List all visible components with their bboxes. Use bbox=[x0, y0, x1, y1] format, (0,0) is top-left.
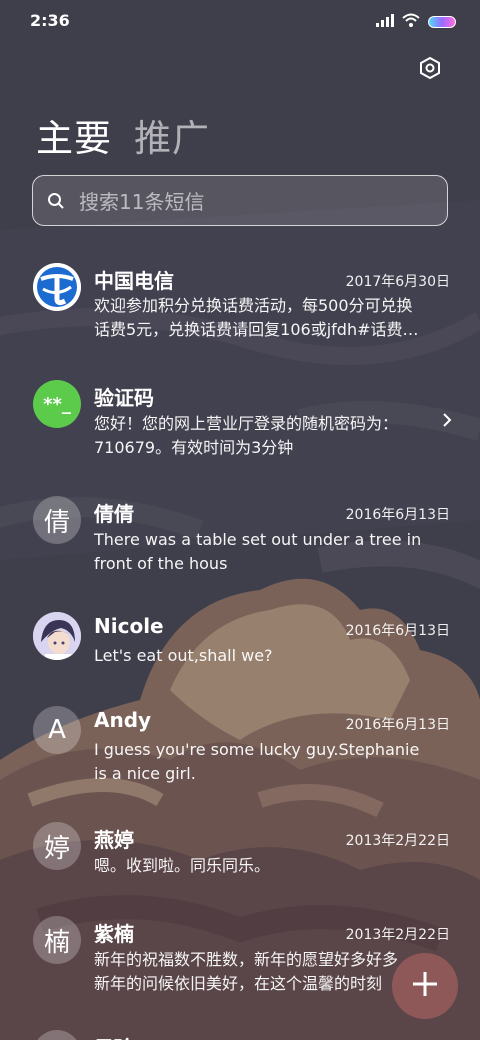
contact-avatar: 倩 bbox=[33, 496, 81, 544]
sender-name: Nicole bbox=[94, 614, 164, 638]
message-date: 2016年6月13日 bbox=[345, 623, 450, 639]
message-preview: 欢迎参加积分兑换话费活动，每500分可兑换 话费5元，兑换话费请回复106或jf… bbox=[94, 296, 419, 339]
verification-avatar: **_ bbox=[33, 380, 81, 428]
message-item-china-telecom[interactable]: 中国电信 2017年6月30日 欢迎参加积分兑换话费活动，每500分可兑换 话费… bbox=[0, 260, 480, 360]
contact-avatar: 婷 bbox=[33, 822, 81, 870]
tab-promotions[interactable]: 推广 bbox=[134, 108, 210, 162]
search-placeholder: 搜索11条短信 bbox=[79, 190, 205, 214]
message-item-nicole[interactable]: Nicole 2016年6月13日 Let's eat out,shall we… bbox=[0, 610, 480, 690]
status-bar: 2:36 bbox=[0, 0, 480, 40]
new-message-button[interactable] bbox=[392, 953, 458, 1019]
message-preview: There was a table set out under a tree i… bbox=[94, 530, 422, 573]
message-preview: 您好！您的网上营业厅登录的随机密码为： 710679。有效时间为3分钟 bbox=[94, 414, 399, 457]
nicole-photo-avatar bbox=[33, 612, 81, 660]
contact-avatar: 楠 bbox=[33, 916, 81, 964]
tab-primary[interactable]: 主要 bbox=[36, 108, 112, 162]
status-time: 2:36 bbox=[30, 11, 70, 30]
sender-name: 紫楠 bbox=[94, 922, 134, 946]
message-preview: I guess you're some lucky guy.Stephanie … bbox=[94, 740, 420, 783]
sender-name: 子玲 bbox=[94, 1032, 134, 1040]
battery-icon bbox=[428, 15, 456, 28]
plus-icon bbox=[411, 970, 439, 1002]
search-icon bbox=[47, 191, 67, 211]
message-item-andy[interactable]: A Andy 2016年6月13日 I guess you're some lu… bbox=[0, 704, 480, 804]
signal-icon bbox=[376, 12, 394, 31]
sender-name: 燕婷 bbox=[94, 828, 134, 852]
sender-name: 倩倩 bbox=[94, 502, 134, 526]
message-tabs: 主要 推广 bbox=[36, 108, 210, 162]
message-item-verification[interactable]: **_ 验证码 您好！您的网上营业厅登录的随机密码为： 710679。有效时间为… bbox=[0, 378, 480, 478]
sender-name: 中国电信 bbox=[94, 269, 174, 293]
sender-name: Andy bbox=[94, 708, 152, 732]
message-item-yanting[interactable]: 婷 燕婷 2013年2月22日 嗯。收到啦。同乐同乐。 bbox=[0, 820, 480, 900]
settings-hexagon-icon bbox=[418, 56, 442, 84]
china-telecom-logo-icon bbox=[33, 263, 81, 311]
message-item-ziling[interactable]: 玲 子玲 bbox=[0, 1028, 480, 1040]
chevron-right-icon[interactable] bbox=[442, 412, 452, 432]
message-preview: Let's eat out,shall we? bbox=[94, 646, 273, 665]
message-date: 2013年2月22日 bbox=[345, 833, 450, 849]
message-date: 2013年2月22日 bbox=[345, 927, 450, 943]
settings-button[interactable] bbox=[414, 54, 446, 86]
search-input[interactable]: 搜索11条短信 bbox=[32, 175, 448, 226]
message-item-qianqian[interactable]: 倩 倩倩 2016年6月13日 There was a table set ou… bbox=[0, 494, 480, 594]
contact-avatar: A bbox=[33, 706, 81, 754]
message-date: 2017年6月30日 bbox=[345, 274, 450, 290]
message-preview: 嗯。收到啦。同乐同乐。 bbox=[94, 856, 271, 875]
wifi-icon bbox=[402, 12, 420, 31]
message-date: 2016年6月13日 bbox=[345, 507, 450, 523]
sender-name: 验证码 bbox=[94, 386, 154, 410]
contact-avatar: 玲 bbox=[33, 1030, 81, 1040]
message-date: 2016年6月13日 bbox=[345, 717, 450, 733]
